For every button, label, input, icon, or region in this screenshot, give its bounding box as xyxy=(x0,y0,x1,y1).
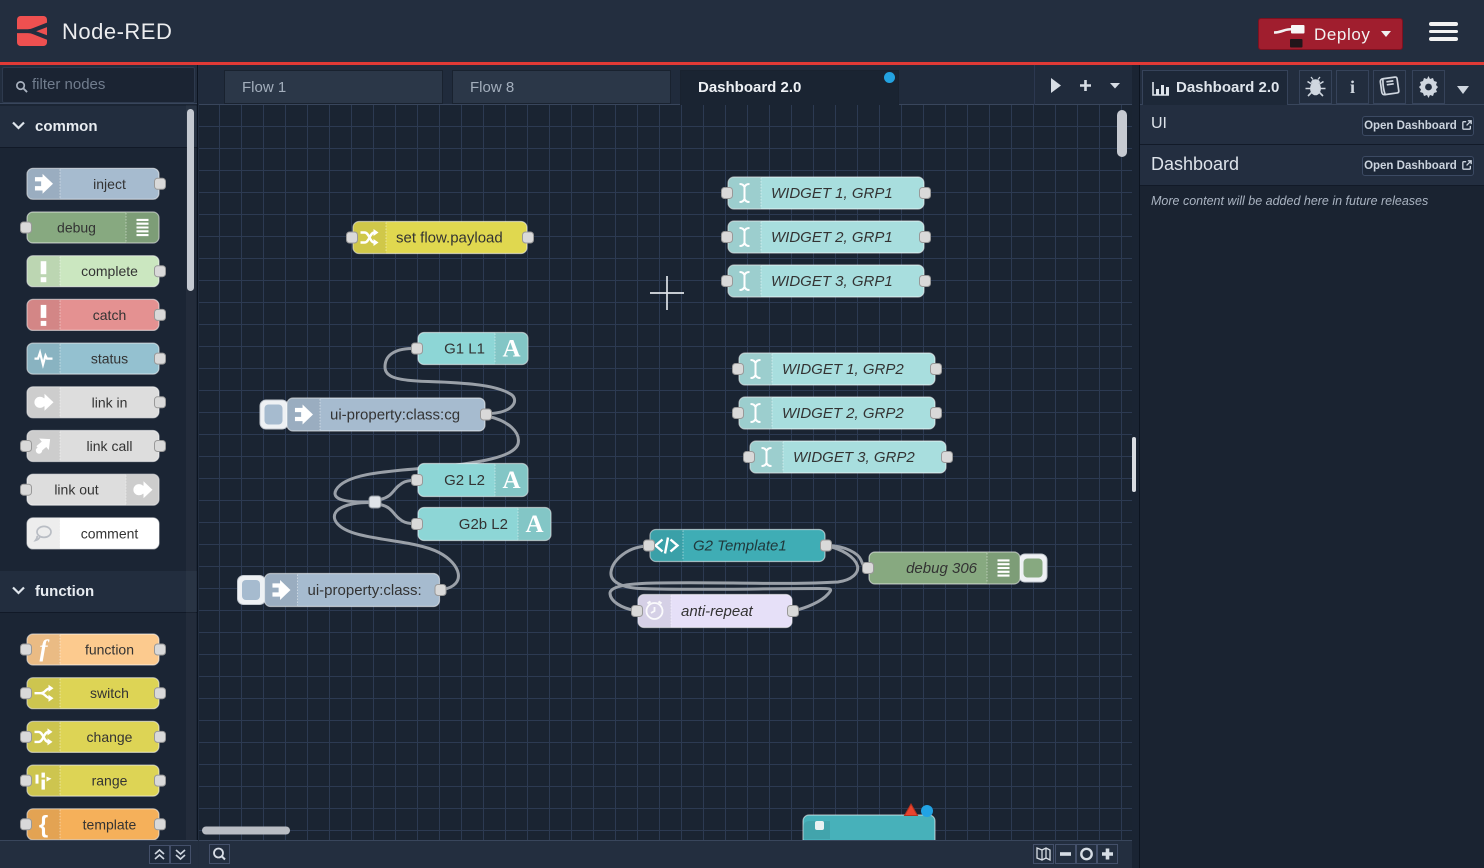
svg-text:WIDGET 2, GRP2: WIDGET 2, GRP2 xyxy=(782,405,904,422)
svg-text:anti-repeat: anti-repeat xyxy=(681,603,754,620)
svg-text:WIDGET 3, GRP1: WIDGET 3, GRP1 xyxy=(771,273,893,290)
svg-text:status: status xyxy=(91,351,128,367)
svg-text:G2b L2: G2b L2 xyxy=(459,516,508,533)
svg-text:WIDGET 1, GRP1: WIDGET 1, GRP1 xyxy=(771,185,893,202)
svg-text:link in: link in xyxy=(92,394,128,410)
svg-text:G1 L1: G1 L1 xyxy=(444,341,485,358)
svg-text:debug 306: debug 306 xyxy=(906,560,978,577)
svg-text:switch: switch xyxy=(90,685,129,701)
svg-text:ui-property:class:cg: ui-property:class:cg xyxy=(330,407,460,424)
svg-text:function: function xyxy=(85,642,134,658)
svg-text:G2 L2: G2 L2 xyxy=(444,472,485,489)
svg-text:A: A xyxy=(502,336,520,363)
svg-text:range: range xyxy=(92,773,128,789)
svg-text:WIDGET 3, GRP2: WIDGET 3, GRP2 xyxy=(793,449,915,466)
svg-text:link call: link call xyxy=(87,438,133,454)
svg-text:{: { xyxy=(39,811,48,838)
svg-text:debug: debug xyxy=(57,220,96,236)
svg-text:template: template xyxy=(83,816,137,832)
svg-text:WIDGET 1, GRP2: WIDGET 1, GRP2 xyxy=(782,361,904,378)
svg-text:complete: complete xyxy=(81,263,138,279)
svg-text:link out: link out xyxy=(54,482,98,498)
svg-text:change: change xyxy=(87,729,133,745)
svg-text:ui-property:class:: ui-property:class: xyxy=(308,582,422,599)
svg-text:WIDGET 2, GRP1: WIDGET 2, GRP1 xyxy=(771,229,893,246)
svg-text:A: A xyxy=(502,467,520,494)
svg-text:set flow.payload: set flow.payload xyxy=(396,230,503,247)
svg-text:inject: inject xyxy=(93,176,126,192)
svg-text:comment: comment xyxy=(81,525,139,541)
svg-text:catch: catch xyxy=(93,307,126,323)
svg-text:A: A xyxy=(525,511,543,538)
svg-text:G2 Template1: G2 Template1 xyxy=(693,538,787,555)
